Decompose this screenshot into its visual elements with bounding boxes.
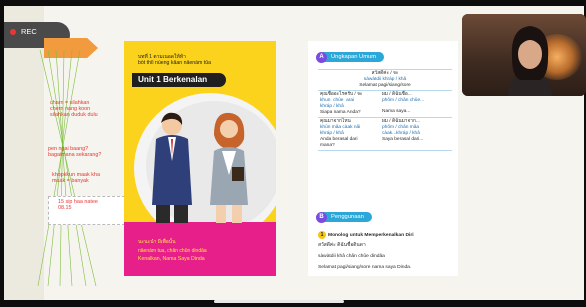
horizontal-scrollbar[interactable] xyxy=(214,300,344,303)
cover-thai-caption: นะนะนำ ผีเพื่อนั้น xyxy=(138,239,176,245)
table-cell-transliteration: khûn mâa càak nǎi khráp / khâ xyxy=(320,125,361,136)
table-row: คุณชื่ออะไรครับ / จะ khun chûe arai khrá… xyxy=(318,91,452,118)
record-dot-icon xyxy=(10,28,16,35)
man-figure xyxy=(152,112,192,223)
monolog-title: Monolog untuk Memperkenalkan Diri xyxy=(328,233,414,238)
table-cell-transliteration: phǒm / chǎn chûe... xyxy=(382,98,425,103)
cover-illustration xyxy=(152,112,248,223)
section-b-number: B xyxy=(316,211,327,223)
section-b-label: Penggunaan xyxy=(323,212,372,222)
cover-transliteration-subtitle: bòt thîi nùeng kâan nâenám tûa xyxy=(138,60,211,66)
recording-label: REC xyxy=(21,27,37,36)
table-cell-indonesian: Selamat pagi/siang/sore xyxy=(359,83,411,88)
lesson-content-page: A Ungkapan Umum สวัสดีค่ะ / จะ sàwàtdii … xyxy=(308,41,458,276)
handwritten-note-3: khopkkun maak kha maak = banyak xyxy=(52,172,100,185)
handwritten-note-2: pen ngai baang? bagaimana sekarang? xyxy=(48,146,102,159)
monolog-transliteration: sàwàtdii khâ chǎn chûe dindâa xyxy=(318,254,385,259)
book-cover-page: บทที่ 1 ตามเนอดให้ท้า bòt thîi nùeng kâa… xyxy=(124,41,276,276)
webcam-participant[interactable] xyxy=(462,14,586,96)
table-row: สวัสดีค่ะ / จะ sàwàtdii khráp / khâ Sela… xyxy=(318,70,452,91)
monolog-indonesian: Selamat pagi/siang/sore nama saya Dinda. xyxy=(318,265,412,270)
monolog-number: 1 xyxy=(318,231,326,239)
table-cell-indonesian: Nama saya... xyxy=(382,109,411,114)
section-a-label: Ungkapan Umum xyxy=(323,52,385,62)
monolog-thai: สวัสดีค่ะ ดิฉันชื่อดินดา xyxy=(318,243,366,248)
table-cell-indonesian: Anda berasal dari mana? xyxy=(320,137,358,148)
section-b-header: B Penggunaan xyxy=(316,211,372,223)
table-cell-transliteration: phǒm / chǎn mâa càak...khráp / khâ xyxy=(382,125,420,136)
participant-avatar xyxy=(508,26,552,96)
section-a-number: A xyxy=(316,51,327,63)
handwritten-note-1: charn = silahkan chern nang koon silahka… xyxy=(50,100,98,119)
cover-transliteration-caption: nâenám tua, chân chûn dindâa xyxy=(138,248,207,254)
woman-figure xyxy=(210,112,248,223)
cover-indonesian-caption: Kenalkan, Nama Saya Dinda xyxy=(138,256,205,262)
monolog-title-row: 1 Monolog untuk Memperkenalkan Diri xyxy=(318,231,414,239)
green-decorative-lines xyxy=(37,50,97,287)
table-cell-indonesian: Siapa nama Anda? xyxy=(320,110,361,115)
table-cell-indonesian: Saya berasal dari... xyxy=(382,137,424,142)
section-a-header: A Ungkapan Umum xyxy=(316,51,385,63)
table-row: คุณมาจากไหน khûn mâa càak nǎi khráp / kh… xyxy=(318,118,452,151)
table-cell-transliteration: khun chûe arai khráp / khâ xyxy=(320,98,355,109)
expressions-table: สวัสดีค่ะ / จะ sàwàtdii khráp / khâ Sela… xyxy=(318,69,452,151)
recording-indicator: REC xyxy=(10,27,37,36)
annotation-text: 15 sip haa natee 08.15 xyxy=(58,199,98,212)
unit-title: Unit 1 Berkenalan xyxy=(132,73,226,87)
